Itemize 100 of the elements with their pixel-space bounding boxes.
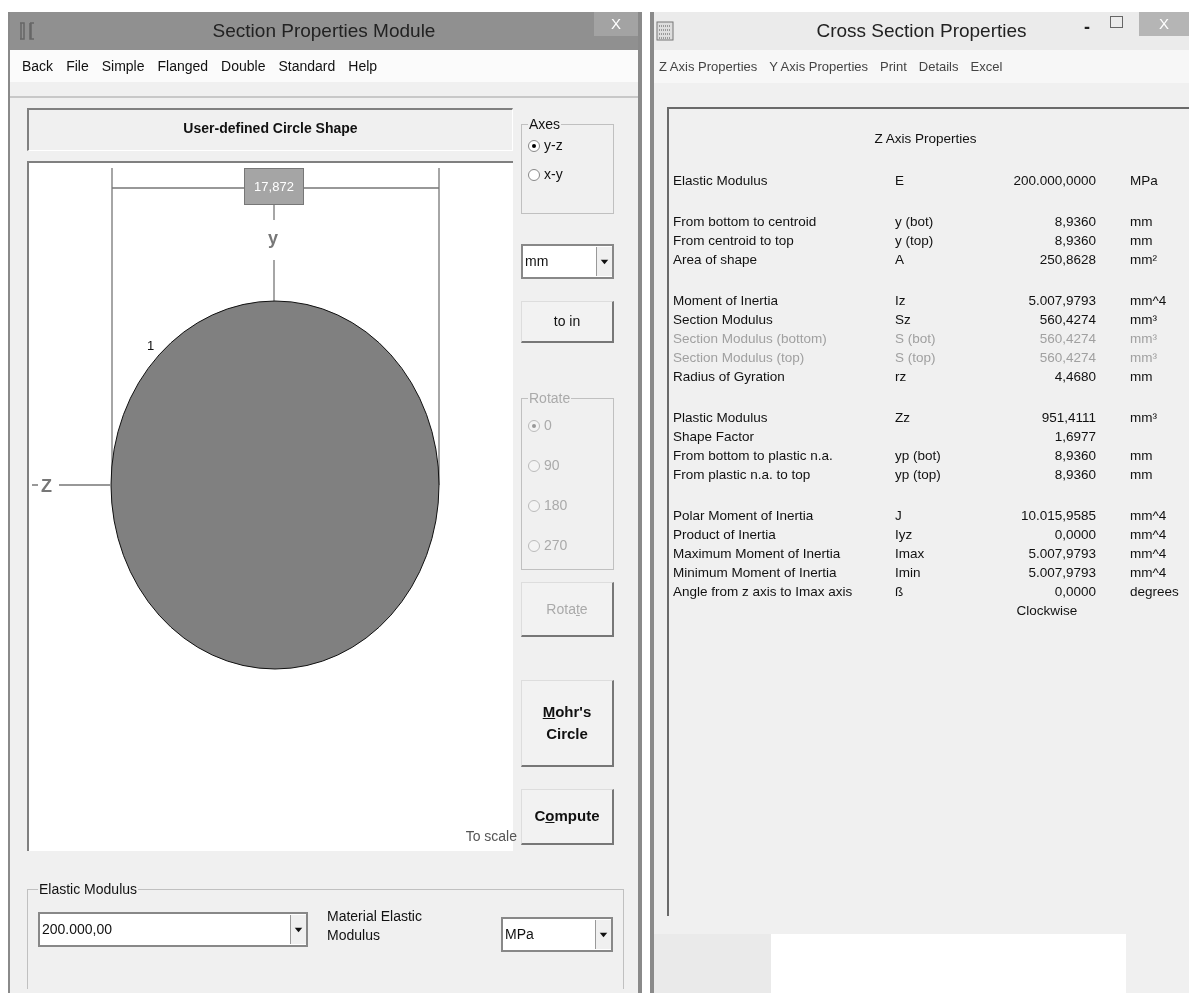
property-label: Radius of Gyration (673, 368, 786, 387)
group-label: Axes (528, 115, 562, 134)
window-title: Section Properties Module (212, 18, 436, 43)
property-value: 560,4274 (1038, 311, 1096, 330)
unit-dropdown[interactable]: MPa (501, 917, 613, 952)
property-label: Area of shape (673, 251, 759, 270)
property-label: Section Modulus (673, 311, 774, 330)
axis-label: Z (41, 475, 52, 498)
property-label: From plastic n.a. to top (673, 466, 812, 485)
property-label: Elastic Modulus (673, 172, 769, 191)
property-value: 200.000,0000 (1012, 172, 1096, 191)
menu-item[interactable]: File (66, 55, 89, 77)
property-value: 4,4680 (1053, 368, 1096, 387)
property-value: 1,6977 (1053, 428, 1096, 447)
modulus-combobox[interactable]: 200.000,00 (38, 912, 308, 947)
property-label: From bottom to centroid (673, 213, 818, 232)
property-unit: mm^4 (1129, 292, 1167, 311)
axis-label: y (268, 227, 278, 250)
menu-item[interactable]: Print (880, 56, 907, 77)
property-value: 250,8628 (1038, 251, 1096, 270)
panel-heading: Z Axis Properties (873, 130, 978, 148)
property-label: From centroid to top (673, 232, 795, 251)
property-unit: mm³ (1129, 330, 1157, 349)
property-value: 8,9360 (1053, 466, 1096, 485)
property-value: 10.015,9585 (1019, 507, 1096, 526)
radio-button[interactable] (528, 139, 540, 152)
scale-note: To scale (465, 827, 517, 846)
property-symbol: Iz (894, 292, 907, 311)
mohrs-circle-button[interactable]: Mohr's Circle (521, 680, 614, 767)
property-unit: mm (1129, 368, 1153, 387)
menu-item[interactable]: Standard (278, 55, 336, 77)
window-title: Cross Section Properties (816, 18, 1027, 43)
property-symbol: A (894, 251, 905, 270)
property-symbol: yp (top) (894, 466, 942, 485)
property-symbol: E (894, 172, 905, 191)
dropdown-value: 200.000,00 (42, 920, 113, 939)
property-symbol: yp (bot) (894, 447, 942, 466)
property-unit: mm (1129, 232, 1153, 251)
property-unit: mm^4 (1129, 507, 1167, 526)
radio-label: 90 (544, 456, 560, 475)
property-unit: mm^4 (1129, 545, 1167, 564)
property-value: 5.007,9793 (1027, 292, 1096, 311)
app-icon (656, 21, 674, 41)
property-unit: mm (1129, 213, 1153, 232)
property-symbol: Zz (894, 409, 911, 428)
minimize-button[interactable]: - (1077, 16, 1097, 38)
property-value: 0,0000 (1053, 583, 1096, 602)
property-symbol: Imax (894, 545, 926, 564)
radio-label: 270 (544, 536, 568, 555)
dimension-label: 17,872 (244, 168, 304, 205)
menu-item[interactable]: Back (22, 55, 54, 77)
menu-item[interactable]: Simple (101, 55, 145, 77)
property-value: 0,0000 (1053, 526, 1096, 545)
maximize-icon[interactable] (1110, 16, 1123, 28)
property-symbol: Imin (894, 564, 922, 583)
menu-item[interactable]: Excel (970, 56, 1003, 77)
dropdown-value: mm (525, 252, 549, 271)
property-unit: mm³ (1129, 311, 1157, 330)
property-label: Plastic Modulus (673, 409, 769, 428)
property-label: Moment of Inertia (673, 292, 780, 311)
convert-button[interactable]: to in (521, 301, 614, 343)
group-label: Rotate (528, 389, 572, 408)
group-label: Elastic Modulus (38, 880, 139, 899)
radio-label: 180 (544, 496, 568, 515)
menu-item[interactable]: Double (221, 55, 266, 77)
compute-button[interactable]: Compute (521, 789, 614, 845)
property-symbol: S (top) (894, 349, 937, 368)
property-unit: mm^4 (1129, 526, 1167, 545)
property-label: Product of Inertia (673, 526, 777, 545)
note-text: Clockwise (1015, 602, 1079, 621)
property-value: 8,9360 (1053, 232, 1096, 251)
property-value: 951,4111 (1040, 409, 1096, 428)
radio-label: x-y (544, 165, 563, 184)
property-label: Minimum Moment of Inertia (673, 564, 838, 583)
point-label: 1 (147, 337, 155, 355)
property-label: From bottom to plastic n.a. (673, 447, 834, 466)
property-unit: mm (1129, 466, 1153, 485)
shape-title: User-defined Circle Shape (27, 108, 513, 151)
menu-item[interactable]: Help (348, 55, 378, 77)
property-unit: mm (1129, 447, 1153, 466)
unit-dropdown[interactable]: mm (521, 244, 614, 279)
property-symbol: J (894, 507, 903, 526)
menu-item[interactable]: Details (918, 56, 959, 77)
property-unit: mm^4 (1129, 564, 1167, 583)
property-unit: MPa (1129, 172, 1158, 191)
property-value: 5.007,9793 (1027, 545, 1096, 564)
property-label: Section Modulus (bottom) (673, 330, 828, 349)
radio-button[interactable] (528, 168, 540, 181)
property-value: 560,4274 (1038, 349, 1096, 368)
property-value: 5.007,9793 (1027, 564, 1096, 583)
menu-item[interactable]: Y Axis Properties (769, 56, 869, 77)
property-symbol: Iyz (894, 526, 914, 545)
app-icon (18, 21, 36, 41)
property-label: Section Modulus (top) (673, 349, 806, 368)
menu-item[interactable]: Flanged (157, 55, 209, 77)
property-symbol: y (top) (894, 232, 935, 251)
menu-item[interactable]: Z Axis Properties (659, 56, 758, 77)
property-label: Shape Factor (673, 428, 756, 447)
modulus-description: Material Elastic Modulus (327, 907, 423, 945)
dropdown-value: MPa (505, 925, 534, 944)
